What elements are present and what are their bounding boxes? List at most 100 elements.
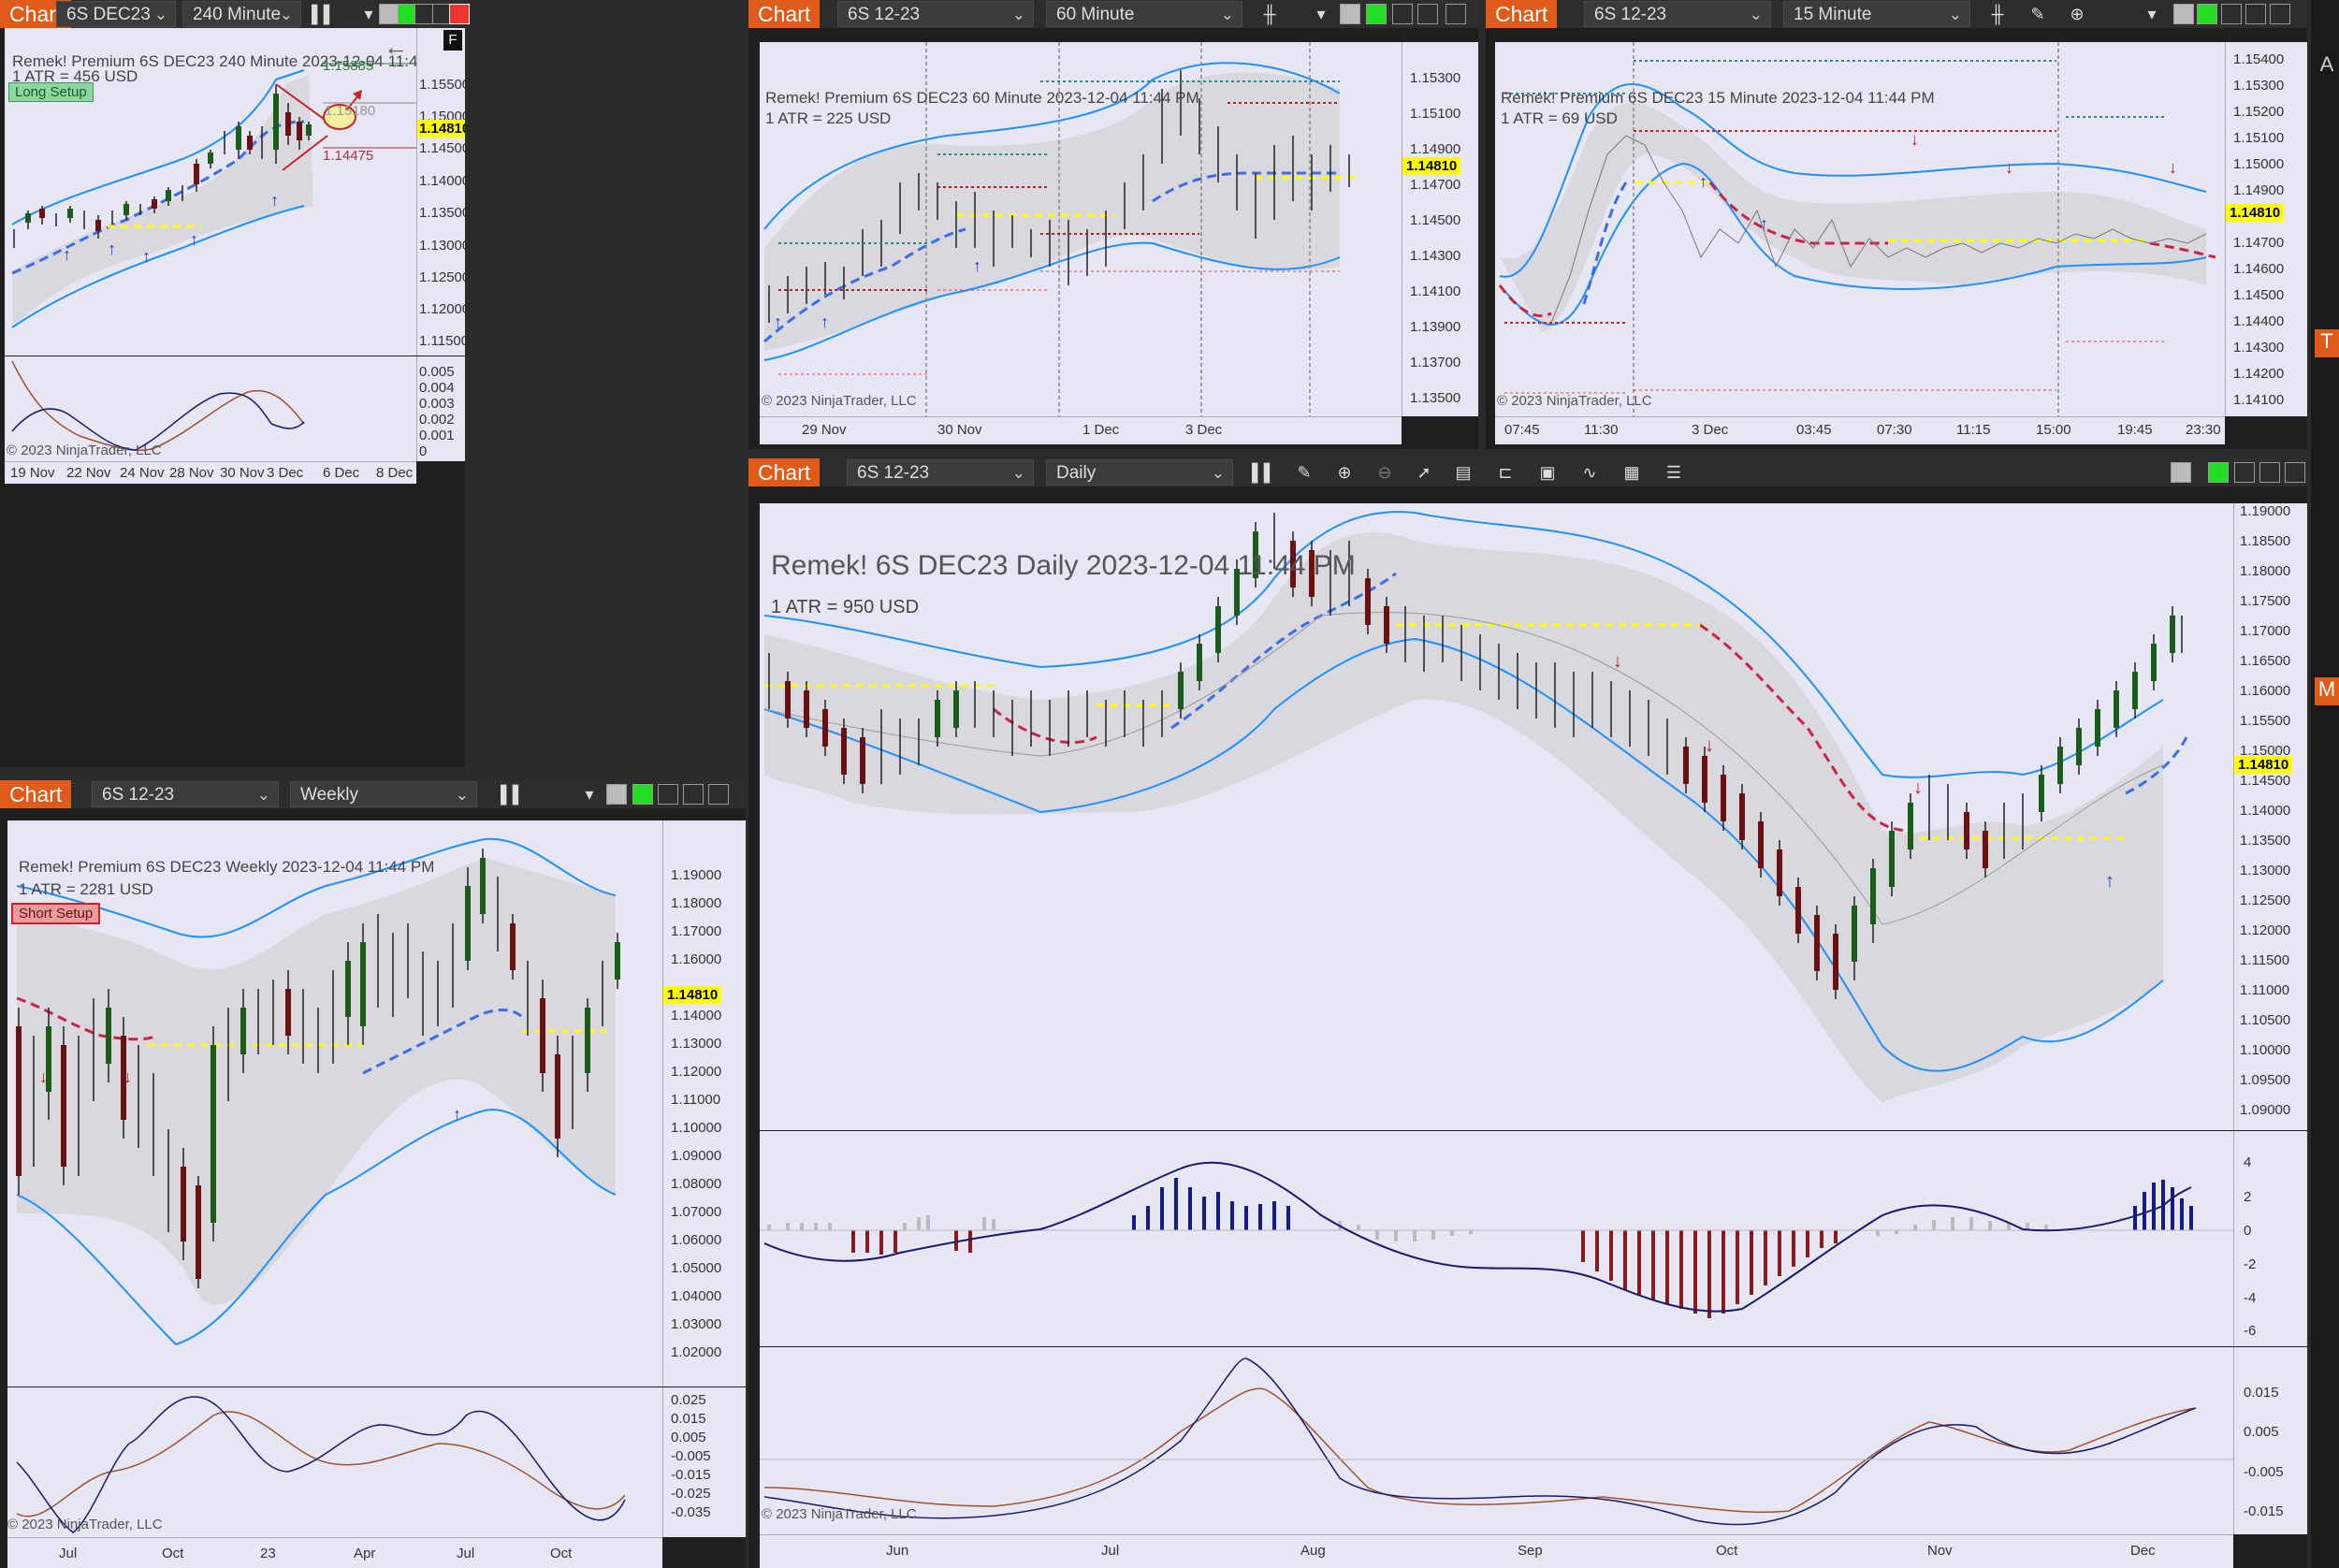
oscillator-panel[interactable]: © 2023 NinjaTrader, LLC [7,1387,662,1537]
zoom-out-icon[interactable]: ⊖ [1373,461,1396,484]
interval-selector[interactable]: 60 Minute ⌄ [1046,1,1242,27]
time-axis[interactable]: Jul Oct 23 Apr Jul Oct [7,1537,662,1568]
price-axis[interactable]: 1.15400 1.15300 1.15200 1.15100 1.15000 … [2225,42,2307,416]
price-panel[interactable]: ↓ ↓ ↑ Remek! Premium 6S DEC23 Weekly 2023… [7,820,662,1387]
maximize-button[interactable] [1417,4,1438,24]
oscillator-panel[interactable]: © 2023 NinjaTrader, LLC [760,1347,2233,1534]
window-link-button[interactable] [1340,4,1360,24]
f-button[interactable]: F [443,30,462,51]
indicators-icon[interactable]: ∿ [1578,461,1601,484]
close-button[interactable] [2270,4,2290,24]
pointer-icon[interactable]: ➚ [1413,461,1435,484]
bar-style-icon[interactable]: ▌▌ [312,3,336,25]
side-tab[interactable]: M [2315,677,2339,705]
time-axis[interactable]: Jun Jul Aug Sep Oct Nov Dec [760,1534,2233,1568]
x-tick: Nov [1927,1543,1953,1559]
chart-window-weekly: Chart 6S 12-23 ⌄ Weekly ⌄ ▌▌ ▾ ↓ ↓ ↑ Rem… [0,780,746,1568]
side-tab[interactable]: T [2315,329,2339,357]
x-tick: 30 Nov [937,422,982,438]
instrument-selector[interactable]: 6S DEC23 ⌄ [56,1,176,27]
bar-style-icon[interactable]: ╫ [1986,3,2009,25]
dropdown-icon[interactable]: ▾ [578,783,601,806]
instrument-selector[interactable]: 6S 12-23 ⌄ [92,781,279,807]
close-button[interactable] [1446,4,1466,24]
data-box-icon[interactable]: ▤ [1452,461,1475,484]
instrument-selector[interactable]: 6S 12-23 ⌄ [837,1,1034,27]
zoom-icon[interactable]: ⊕ [2066,3,2088,25]
price-panel[interactable]: ↑ ↑ ↑ Remek! Premium 6S DEC23 60 Minute 20… [760,42,1402,416]
window-link-button[interactable] [2171,462,2191,483]
svg-text:↑: ↑ [973,256,981,275]
price-axis[interactable]: 1.19000 1.18000 1.17000 1.16000 1.14000 … [662,820,746,1387]
interval-selector[interactable]: Daily ⌄ [1046,459,1233,486]
chart-menu-button[interactable]: Chart [1486,0,1558,28]
price-panel[interactable]: ↓ ↓ ↓ ↑ Remek! 6S DEC23 Daily 2023-12-04 1… [760,503,2233,1130]
pencil-icon[interactable]: ✎ [2027,3,2049,25]
chart-menu-button[interactable]: Chart [748,0,821,28]
dropdown-icon[interactable]: ▾ [1310,3,1332,25]
dropdown-icon[interactable]: ▾ [2141,3,2163,25]
chart-menu-button[interactable]: Chart [748,458,821,486]
chart-menu-button[interactable]: Chart [0,780,72,808]
properties-icon[interactable]: ▣ [1536,461,1559,484]
histogram-panel[interactable] [760,1131,2233,1346]
dropdown-icon[interactable]: ▾ [357,3,380,25]
x-tick: 3 Dec [267,465,304,481]
window-color-button[interactable] [2208,462,2229,483]
minimize-button[interactable] [1392,4,1413,24]
time-axis[interactable]: 29 Nov 30 Nov 1 Dec 3 Dec [760,416,1402,444]
bar-style-icon[interactable]: ▌▌ [501,783,525,806]
window-color-button[interactable] [632,784,653,805]
bar-style-icon[interactable]: ▌▌ [1252,461,1276,484]
window-link-button[interactable] [379,4,400,24]
instrument-selector[interactable]: 6S 12-23 ⌄ [1584,1,1771,27]
interval-selector[interactable]: 240 Minute ⌄ [182,1,301,27]
close-button[interactable] [708,784,729,805]
price-panel[interactable]: ↑ ↑ ↑ ↑ ↑ Remek! Premium 6S DEC23 240 Minute… [5,28,416,356]
time-axis[interactable]: 07:45 11:30 3 Dec 03:45 07:30 11:15 15:0… [1495,416,2225,444]
price-axis[interactable]: 1.15300 1.15100 1.14900 1.14700 1.14500 … [1402,42,1478,416]
oscillator-panel[interactable]: © 2023 NinjaTrader, LLC [5,356,416,461]
price-panel[interactable]: ↑ ↑ ↓ ↓ ↓ Remek! Premium 6S DEC23 15 Minute… [1495,42,2225,416]
chevron-down-icon: ⌄ [279,6,293,23]
osc-tick: -0.035 [671,1504,711,1520]
instrument-selector[interactable]: 6S 12-23 ⌄ [847,459,1034,486]
templates-icon[interactable]: ⊏ [1494,461,1517,484]
oscillator-axis[interactable]: 0.015 0.005 -0.005 -0.015 [2233,1347,2307,1534]
window-color-button[interactable] [2197,4,2217,24]
side-tab[interactable]: A [2315,52,2339,80]
price-axis[interactable]: F 1.15500 1.15000 1.14500 1.14000 1.1350… [416,28,465,356]
oscillator-axis[interactable]: 0.025 0.015 0.005 -0.005 -0.015 -0.025 -… [662,1387,746,1537]
window-color-button[interactable] [1366,4,1387,24]
maximize-button[interactable] [2259,462,2280,483]
oscillator-axis[interactable]: 0.005 0.004 0.003 0.002 0.001 0 [416,356,465,461]
minimize-button[interactable] [2221,4,2242,24]
y-tick: 1.14300 [2233,340,2285,356]
window-link-button[interactable] [2173,4,2194,24]
back-arrow-icon[interactable]: ← [384,33,408,62]
interval-selector[interactable]: 15 Minute ⌄ [1783,1,1970,27]
osc-tick: 0.025 [671,1392,706,1408]
interval-value: 15 Minute [1794,5,1872,24]
x-tick: 23 [260,1546,276,1561]
x-tick: 15:00 [2036,422,2071,438]
window-link-button[interactable] [606,784,627,805]
close-button[interactable] [449,4,470,24]
minimize-button[interactable] [658,784,678,805]
strategies-icon[interactable]: ▦ [1620,461,1643,484]
minimize-button[interactable] [2234,462,2255,483]
maximize-button[interactable] [2245,4,2266,24]
pencil-icon[interactable]: ✎ [1293,461,1315,484]
histogram-axis[interactable]: 4 2 0 -2 -4 -6 [2233,1131,2307,1346]
svg-text:↑: ↑ [821,312,829,331]
zoom-in-icon[interactable]: ⊕ [1333,461,1356,484]
y-tick: 1.13900 [1410,319,1461,335]
y-tick: 1.14000 [671,1008,722,1024]
list-icon[interactable]: ☰ [1663,461,1685,484]
maximize-button[interactable] [683,784,704,805]
bar-style-icon[interactable]: ╫ [1258,3,1281,25]
time-axis[interactable]: 19 Nov 22 Nov 24 Nov 28 Nov 30 Nov 3 Dec… [5,461,416,484]
close-button[interactable] [2285,462,2305,483]
interval-selector[interactable]: Weekly ⌄ [290,781,477,807]
price-axis[interactable]: 1.19000 1.18500 1.18000 1.17500 1.17000 … [2233,503,2307,1130]
